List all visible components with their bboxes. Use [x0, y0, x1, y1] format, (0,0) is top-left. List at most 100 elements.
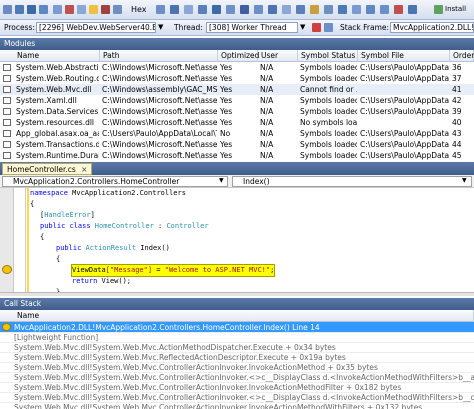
stop-icon[interactable] — [65, 5, 74, 14]
callstack-icon[interactable] — [212, 5, 221, 14]
install-button[interactable]: Install — [445, 5, 466, 13]
memory-icon[interactable] — [240, 5, 249, 14]
module-icon — [3, 152, 11, 159]
find-icon[interactable] — [296, 5, 305, 14]
threads-icon[interactable] — [113, 5, 122, 14]
hex-button[interactable]: Hex — [131, 5, 147, 14]
module-row[interactable]: System.Web.Routing.dll C:\Windows\Microso… — [0, 73, 474, 84]
show-next-icon[interactable] — [89, 5, 98, 14]
col-optimized[interactable]: Optimized — [218, 50, 259, 62]
module-cell: 43 — [452, 129, 462, 138]
chevron-down-icon[interactable]: ▼ — [462, 177, 467, 184]
module-cell: C:\Users\Paulo\AppData\ — [360, 74, 449, 83]
chevron-down-icon[interactable]: ▼ — [219, 177, 224, 184]
modules-column-header: Name Path Optimized User Code Symbol Sta… — [0, 50, 474, 72]
class-dropdown[interactable]: MvcApplication2.Controllers.HomeControll… — [2, 176, 228, 187]
modules-icon[interactable] — [226, 5, 235, 14]
col-symbol-status[interactable]: Symbol Status — [298, 50, 358, 62]
module-cell: System.Web.Mvc.dll — [16, 85, 92, 94]
chevron-down-icon[interactable]: ▼ — [300, 23, 305, 31]
module-cell: C:\Windows\assembly\GAC_MSIL\S... — [102, 85, 217, 94]
thread-select[interactable]: [308] Worker Thread — [206, 22, 298, 33]
class-view-icon[interactable] — [366, 5, 375, 14]
modules-pane-header: Modules — [0, 38, 474, 50]
task-list-icon[interactable] — [408, 5, 417, 14]
breakpoints-icon[interactable] — [101, 5, 110, 14]
module-icon — [3, 119, 11, 126]
object-browser-icon[interactable] — [380, 5, 389, 14]
module-cell: 36 — [452, 63, 462, 72]
col-user-code[interactable]: User Code — [258, 50, 298, 72]
code-line: public class HomeController : Controller — [40, 222, 209, 230]
flag-icon[interactable] — [312, 23, 321, 32]
immediate-icon[interactable] — [198, 5, 207, 14]
module-row[interactable]: System.Web.Abstractio...C:\Windows\Micro… — [0, 62, 474, 73]
watch-icon[interactable] — [156, 5, 165, 14]
callstack-pane-header: Call Stack — [0, 298, 474, 310]
close-icon[interactable]: × — [81, 165, 87, 174]
module-row[interactable]: App_global.asax.oa_aaiz...C:\Users\Paulo… — [0, 128, 474, 139]
module-row[interactable]: System.resources.dll C:\Windows\Microsoft… — [0, 117, 474, 128]
module-cell: 37 — [452, 74, 462, 83]
col-symbol-file[interactable]: Symbol File — [358, 50, 450, 62]
module-row[interactable]: System.Transactions.dll C:\Windows\Micros… — [0, 139, 474, 150]
code-editor[interactable]: namespace MvcApplication2.Controllers { … — [0, 188, 474, 292]
solution-icon[interactable] — [338, 5, 347, 14]
pause-icon[interactable] — [53, 5, 62, 14]
team-icon[interactable] — [352, 5, 361, 14]
col-name[interactable]: Name — [14, 310, 474, 322]
properties-icon[interactable] — [324, 5, 333, 14]
autos-icon[interactable] — [184, 5, 193, 14]
step-out-icon[interactable] — [39, 5, 48, 14]
registers-icon[interactable] — [254, 5, 263, 14]
module-cell: No symbols load... — [300, 118, 357, 127]
callstack-title: Call Stack — [4, 299, 42, 308]
debug-icon[interactable] — [3, 5, 12, 14]
module-cell: Symbols loaded. — [300, 140, 357, 149]
module-cell: Yes — [220, 63, 233, 72]
indicator-margin[interactable] — [0, 188, 14, 292]
module-cell: System.Runtime.Durabl... — [16, 151, 99, 160]
stackframe-select[interactable]: MvcApplication2.DLL!MvcApplication2.Cont… — [390, 22, 474, 33]
step-over-icon[interactable] — [27, 5, 36, 14]
module-cell: App_global.asax.oa_aaiz... — [16, 129, 99, 138]
error-list-icon[interactable] — [394, 5, 403, 14]
callstack-column-header: Name — [0, 310, 474, 322]
toolbox-icon[interactable] — [310, 5, 319, 14]
col-name[interactable]: Name — [14, 50, 100, 62]
module-cell: N/A — [260, 96, 274, 105]
module-cell: N/A — [260, 63, 274, 72]
code-line: [HandleError] — [40, 211, 95, 219]
module-cell: C:\Windows\Microsoft.Net\assembl... — [102, 74, 217, 83]
step-into-icon[interactable] — [15, 5, 24, 14]
col-path[interactable]: Path — [100, 50, 218, 62]
module-cell: N/A — [260, 107, 274, 116]
module-cell: 41 — [452, 85, 462, 94]
tab-homecontroller[interactable]: HomeController.cs × — [2, 163, 93, 175]
module-row[interactable]: System.Web.Mvc.dll C:\Windows\assembly\GA… — [0, 84, 474, 95]
code-line: namespace MvcApplication2.Controllers — [30, 189, 186, 197]
module-cell: 45 — [452, 151, 462, 160]
navigation-bar: MvcApplication2.Controllers.HomeControll… — [0, 175, 474, 188]
current-statement-line: ViewData["Message"] = "Welcome to ASP.NE… — [70, 264, 276, 277]
filter-icon[interactable] — [324, 23, 333, 32]
member-dropdown[interactable]: Index() — [232, 176, 472, 187]
module-row[interactable]: System.Runtime.Durabl...C:\Windows\Micro… — [0, 150, 474, 161]
code-line: { — [30, 200, 35, 208]
module-cell: C:\Windows\Microsoft.Net\assembl... — [102, 107, 217, 116]
module-icon — [3, 141, 11, 148]
tab-label: HomeController.cs — [7, 165, 76, 174]
output-icon[interactable] — [282, 5, 291, 14]
code-line: { — [40, 233, 45, 241]
col-order[interactable]: Order — [450, 50, 474, 62]
module-row[interactable]: System.Xaml.dll C:\Windows\Microsoft.Net\… — [0, 95, 474, 106]
restart-icon[interactable] — [77, 5, 86, 14]
install-icon[interactable] — [434, 5, 443, 14]
process-select[interactable]: [2296] WebDev.WebServer40.EXE — [36, 22, 156, 33]
callstack-row[interactable]: System.Web.Mvc.dll!System.Web.Mvc.Contro… — [0, 402, 474, 409]
module-row[interactable]: System.Data.Services... C:\Windows\Micros… — [0, 106, 474, 117]
disassembly-icon[interactable] — [268, 5, 277, 14]
module-cell: Yes — [220, 107, 233, 116]
chevron-down-icon[interactable]: ▼ — [158, 23, 163, 31]
locals-icon[interactable] — [170, 5, 179, 14]
